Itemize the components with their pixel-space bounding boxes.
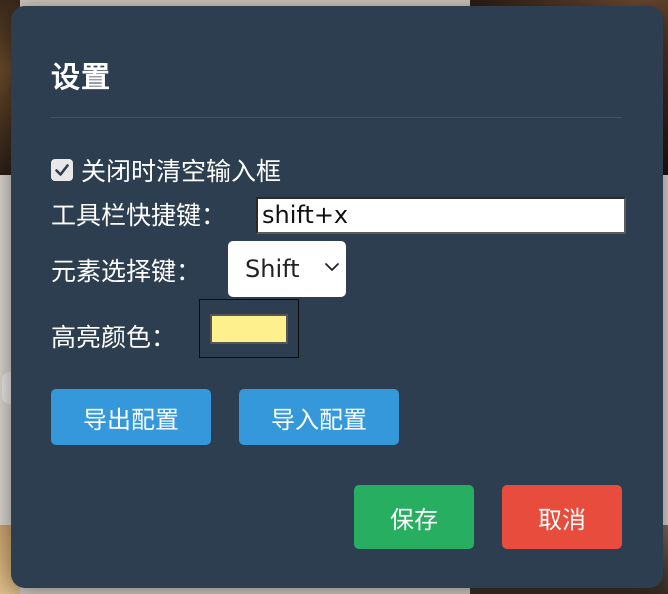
- clear-on-close-checkbox[interactable]: [51, 159, 73, 181]
- highlight-color-row: 高亮颜色：: [51, 318, 176, 354]
- chevron-down-icon: [325, 263, 339, 271]
- element-select-key-row: 元素选择键：: [51, 252, 201, 288]
- clear-on-close-row[interactable]: 关闭时清空输入框: [51, 152, 281, 188]
- cancel-button[interactable]: 取消: [502, 485, 622, 549]
- highlight-color-picker[interactable]: [199, 299, 299, 358]
- toolbar-hotkey-row: 工具栏快捷键：: [51, 196, 226, 232]
- highlight-color-swatch[interactable]: [210, 313, 288, 344]
- clear-on-close-label: 关闭时清空输入框: [81, 157, 282, 186]
- element-select-key-label: 元素选择键：: [51, 257, 202, 286]
- toolbar-hotkey-label: 工具栏快捷键：: [51, 201, 227, 230]
- element-select-key-dropdown[interactable]: Shift: [228, 241, 346, 297]
- save-button[interactable]: 保存: [354, 485, 474, 549]
- divider: [51, 117, 622, 118]
- dialog-title: 设置: [51, 60, 112, 94]
- element-select-key-value: Shift: [245, 255, 300, 283]
- export-config-button[interactable]: 导出配置: [51, 389, 211, 445]
- settings-dialog: 设置 关闭时清空输入框 工具栏快捷键： shift+x 元素选择键： Shift…: [11, 6, 663, 588]
- toolbar-hotkey-input[interactable]: shift+x: [256, 197, 626, 234]
- highlight-color-label: 高亮颜色：: [51, 323, 177, 352]
- import-config-button[interactable]: 导入配置: [239, 389, 399, 445]
- checkmark-icon: [55, 164, 69, 176]
